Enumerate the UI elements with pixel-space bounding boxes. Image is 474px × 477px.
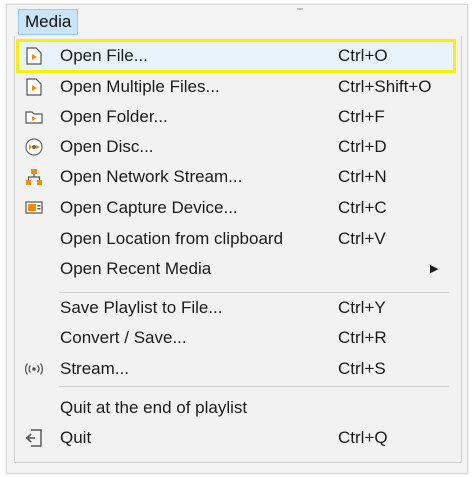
network-icon [24, 168, 44, 186]
menu-item-label: Open File... [60, 46, 148, 65]
menu-item-label: Open Capture Device... [60, 198, 238, 217]
menu-item-label: Open Folder... [60, 107, 168, 126]
menu-item-quit[interactable]: Quit Ctrl+Q [14, 423, 460, 453]
menu-item-open-recent-media[interactable]: Open Recent Media ▶ [14, 254, 460, 284]
menu-item-label: Open Disc... [60, 137, 154, 156]
menu-item-shortcut: Ctrl+R [338, 328, 387, 347]
menu-item-open-folder[interactable]: Open Folder... Ctrl+F [14, 102, 460, 132]
menu-item-shortcut: Ctrl+O [338, 46, 388, 65]
menu-item-shortcut: Ctrl+Q [338, 428, 388, 447]
menu-item-shortcut: Ctrl+C [338, 198, 387, 217]
menu-item-open-network-stream[interactable]: Open Network Stream... Ctrl+N [14, 162, 460, 192]
menu-item-label: Save Playlist to File... [60, 298, 223, 317]
stream-icon [24, 360, 44, 378]
menu-item-quit-at-end-of-playlist[interactable]: Quit at the end of playlist [14, 393, 460, 423]
folder-icon [24, 108, 44, 126]
menu-item-open-location-from-clipboard[interactable]: Open Location from clipboard Ctrl+V [14, 224, 460, 254]
menu-item-label: Open Network Stream... [60, 167, 243, 186]
menu-item-shortcut: Ctrl+D [338, 137, 387, 156]
menu-item-label: Quit at the end of playlist [60, 398, 248, 417]
capture-device-icon [24, 199, 44, 217]
menu-item-open-capture-device[interactable]: Open Capture Device... Ctrl+C [14, 193, 460, 223]
quit-icon [24, 429, 44, 447]
open-file-icon [24, 47, 44, 65]
submenu-arrow-icon: ▶ [430, 263, 439, 275]
menubar-divider [297, 8, 303, 10]
menu-item-label: Convert / Save... [60, 328, 187, 347]
menu-item-label: Open Recent Media [60, 259, 212, 278]
menu-item-open-disc[interactable]: Open Disc... Ctrl+D [14, 132, 460, 162]
separator [59, 386, 449, 387]
menu-item-label: Open Multiple Files... [60, 77, 220, 96]
menu-item-save-playlist[interactable]: Save Playlist to File... Ctrl+Y [14, 293, 460, 323]
menubar-media[interactable]: Media [18, 9, 78, 35]
menu-item-label: Open Location from clipboard [60, 229, 284, 248]
disc-icon [24, 138, 44, 156]
menu-item-shortcut: Ctrl+F [338, 107, 385, 126]
menu-item-open-file[interactable]: Open File... Ctrl+O [14, 41, 460, 71]
menu-item-shortcut: Ctrl+Y [338, 298, 386, 317]
menu-item-shortcut: Ctrl+S [338, 359, 386, 378]
menu-item-open-multiple-files[interactable]: Open Multiple Files... Ctrl+Shift+O [14, 72, 460, 102]
menu-item-shortcut: Ctrl+N [338, 167, 387, 186]
open-multiple-files-icon [24, 78, 44, 96]
menu-item-shortcut: Ctrl+V [338, 229, 386, 248]
menu-item-stream[interactable]: Stream... Ctrl+S [14, 354, 460, 384]
menu-item-shortcut: Ctrl+Shift+O [338, 77, 432, 96]
menu-item-label: Quit [60, 428, 92, 447]
menu-item-label: Stream... [60, 359, 129, 378]
menu-item-convert-save[interactable]: Convert / Save... Ctrl+R [14, 323, 460, 353]
